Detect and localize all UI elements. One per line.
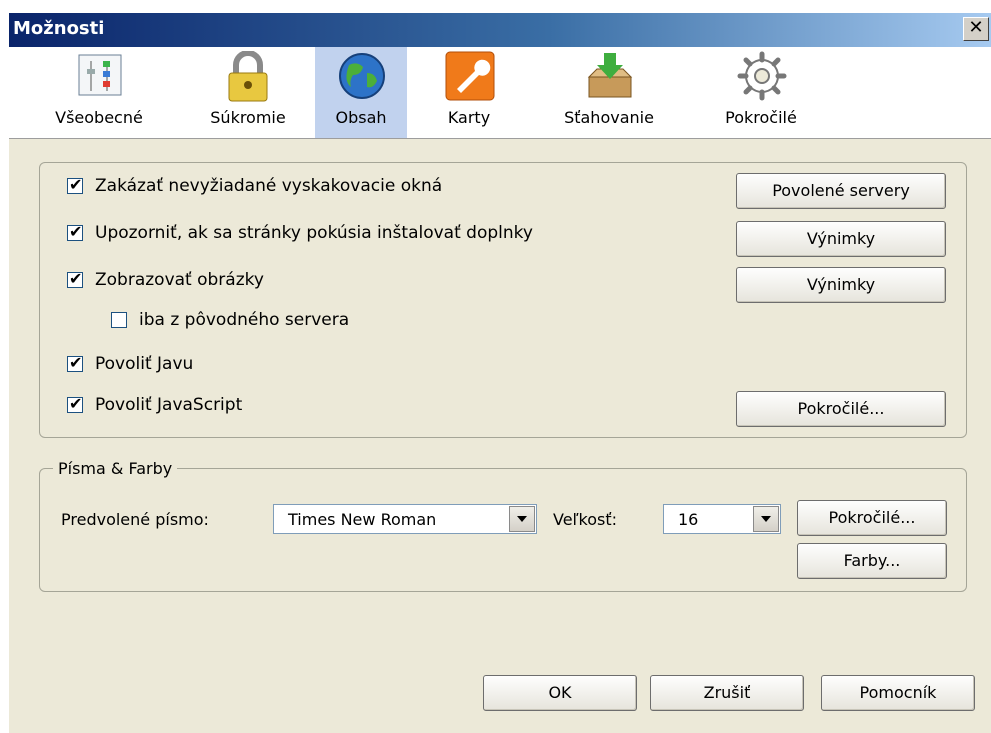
download-box-icon: [587, 53, 633, 98]
block-popups-row[interactable]: ✔ Zakázať nevyžiadané vyskakovacie okná: [67, 175, 587, 198]
load-images-row[interactable]: ✔ Zobrazovať obrázky: [67, 269, 467, 292]
preferences-toolbar: Všeobecné Súkromie Obsah Karty Sťahovani…: [9, 47, 991, 139]
only-origin-label: iba z pôvodného servera: [139, 310, 350, 330]
tab-general-label: Všeobecné: [55, 108, 143, 127]
window-title: Možnosti: [13, 18, 105, 39]
font-size-label: Veľkosť:: [553, 510, 618, 529]
enable-java-checkbox[interactable]: ✔: [67, 353, 83, 372]
images-exceptions-button[interactable]: Výnimky: [736, 267, 946, 303]
font-size-value: 16: [678, 510, 699, 529]
tab-privacy-label: Súkromie: [210, 108, 286, 127]
enable-java-label: Povoliť Javu: [95, 354, 194, 374]
tab-advanced-label: Pokročilé: [725, 108, 797, 127]
addons-exceptions-button[interactable]: Výnimky: [736, 221, 946, 257]
cancel-button[interactable]: Zrušiť: [650, 675, 804, 711]
chevron-down-icon[interactable]: [753, 506, 779, 532]
fonts-advanced-button[interactable]: Pokročilé...: [797, 500, 947, 536]
fonts-colors-legend: Písma & Farby: [53, 459, 178, 478]
title-bar: Možnosti ✕: [9, 13, 991, 47]
tab-downloads-label: Sťahovanie: [564, 108, 654, 127]
gear-icon: [737, 51, 787, 101]
padlock-icon: [228, 51, 268, 102]
block-popups-checkbox[interactable]: ✔: [67, 175, 83, 194]
js-advanced-button[interactable]: Pokročilé...: [736, 391, 946, 427]
load-images-label: Zobrazovať obrázky: [95, 270, 264, 290]
font-size-select[interactable]: 16: [663, 504, 781, 534]
warn-addons-checkbox[interactable]: ✔: [67, 222, 83, 241]
options-dialog: Možnosti ✕ Všeobecné Súkromie Obsah Kart…: [9, 13, 991, 733]
enable-java-row[interactable]: ✔ Povoliť Javu: [67, 353, 467, 376]
default-font-label: Predvolené písmo:: [61, 510, 209, 529]
enable-js-row[interactable]: ✔ Povoliť JavaScript: [67, 394, 467, 417]
chevron-down-icon[interactable]: [509, 506, 535, 532]
tab-downloads[interactable]: Sťahovanie: [541, 47, 677, 138]
tab-tabs-label: Karty: [447, 108, 491, 127]
tab-privacy[interactable]: Súkromie: [193, 47, 303, 138]
help-button[interactable]: Pomocník: [821, 675, 975, 711]
colors-button[interactable]: Farby...: [797, 543, 947, 579]
default-font-value: Times New Roman: [288, 510, 437, 529]
general-settings-icon: [78, 54, 122, 96]
warn-addons-row[interactable]: ✔ Upozorniť, ak sa stránky pokúsia inšta…: [67, 222, 687, 245]
tab-content-label: Obsah: [335, 108, 387, 127]
only-origin-row[interactable]: iba z pôvodného servera: [111, 310, 511, 332]
warn-addons-label: Upozorniť, ak sa stránky pokúsia inštalo…: [95, 223, 533, 243]
enable-js-checkbox[interactable]: ✔: [67, 394, 83, 413]
tab-tabs[interactable]: Karty: [419, 47, 519, 138]
wrench-icon: [445, 51, 495, 101]
enable-js-label: Povoliť JavaScript: [95, 395, 243, 415]
ok-button[interactable]: OK: [483, 675, 637, 711]
default-font-select[interactable]: Times New Roman: [273, 504, 537, 534]
tab-content[interactable]: Obsah: [315, 47, 407, 138]
globe-icon: [339, 53, 385, 99]
load-images-checkbox[interactable]: ✔: [67, 269, 83, 288]
tab-general[interactable]: Všeobecné: [37, 47, 161, 138]
block-popups-label: Zakázať nevyžiadané vyskakovacie okná: [95, 176, 443, 196]
only-origin-checkbox[interactable]: [111, 312, 127, 328]
allowed-sites-button[interactable]: Povolené servery: [736, 173, 946, 209]
tab-advanced[interactable]: Pokročilé: [705, 47, 817, 138]
close-button[interactable]: ✕: [963, 17, 989, 41]
